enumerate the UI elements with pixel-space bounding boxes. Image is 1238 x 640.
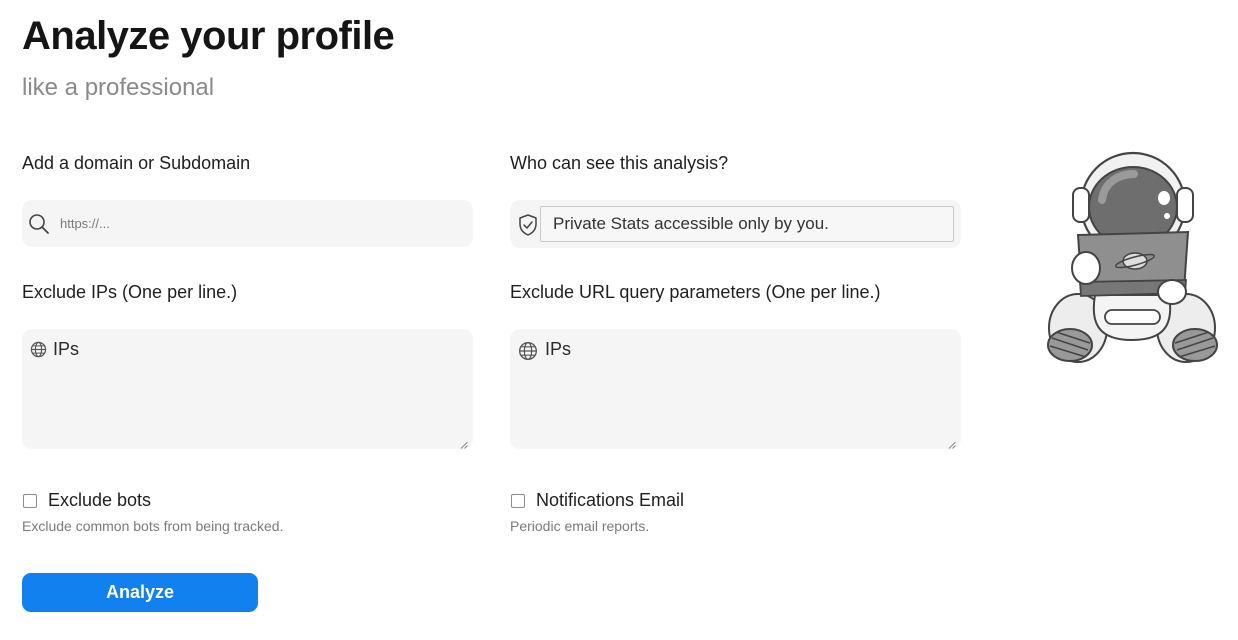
analyze-button[interactable]: Analyze xyxy=(22,573,258,612)
visibility-label: Who can see this analysis? xyxy=(510,153,729,173)
exclude-bots-hint: Exclude common bots from being tracked. xyxy=(22,518,284,534)
domain-label: Add a domain or Subdomain xyxy=(22,153,251,173)
domain-field[interactable] xyxy=(22,200,473,247)
exclude-params-label: Exclude URL query parameters (One per li… xyxy=(510,282,881,302)
globe-icon xyxy=(30,341,47,363)
notifications-checkbox[interactable] xyxy=(511,494,525,508)
exclude-ips-textarea[interactable]: IPs xyxy=(22,329,473,449)
exclude-bots-label: Exclude bots xyxy=(48,490,152,510)
exclude-bots-checkbox[interactable] xyxy=(23,494,37,508)
search-icon xyxy=(28,213,50,235)
globe-icon xyxy=(518,341,538,366)
resize-handle-icon[interactable] xyxy=(948,436,956,449)
shield-check-icon xyxy=(517,213,539,242)
page-title: Analyze your profile xyxy=(22,14,395,58)
notifications-hint: Periodic email reports. xyxy=(510,518,650,534)
resize-handle-icon[interactable] xyxy=(460,436,468,449)
exclude-ips-placeholder: IPs xyxy=(53,339,80,359)
notifications-label: Notifications Email xyxy=(536,490,685,510)
visibility-select[interactable]: Private Stats accessible only by you. xyxy=(540,206,954,242)
exclude-ips-label: Exclude IPs (One per line.) xyxy=(22,282,238,302)
exclude-params-placeholder: IPs xyxy=(545,339,572,359)
astronaut-illustration xyxy=(1040,150,1225,375)
visibility-field: Private Stats accessible only by you. xyxy=(510,200,961,248)
domain-input[interactable] xyxy=(58,215,442,232)
page-subtitle: like a professional xyxy=(22,74,215,101)
exclude-params-textarea[interactable]: IPs xyxy=(510,329,961,449)
